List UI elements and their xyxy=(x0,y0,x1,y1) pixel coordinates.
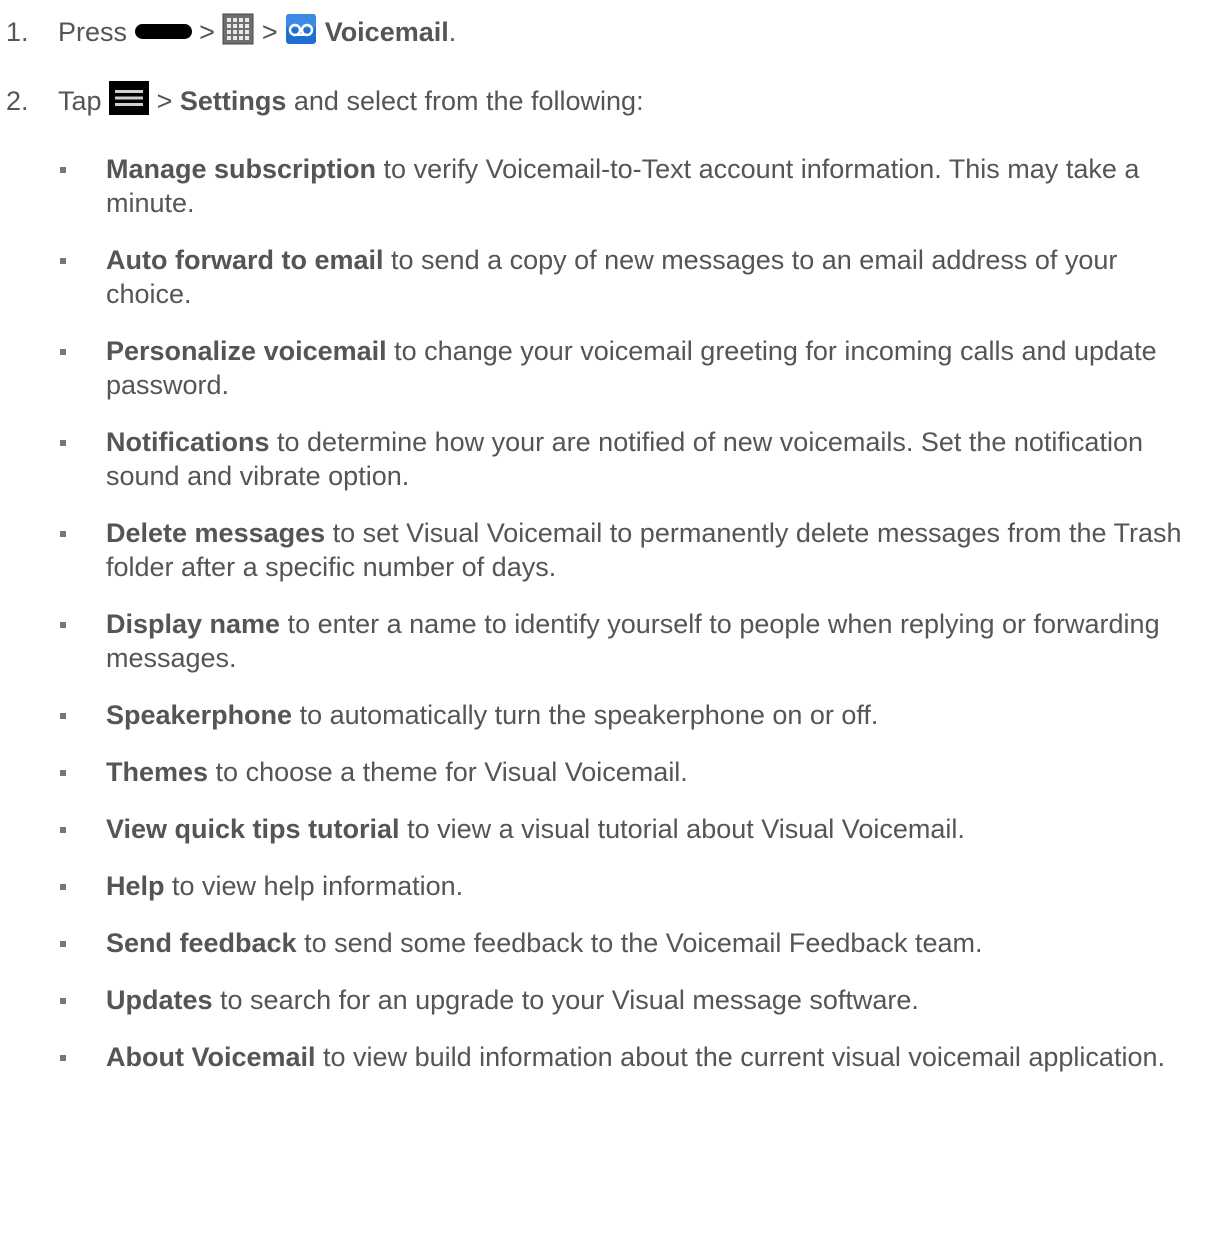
apps-grid-icon xyxy=(222,13,254,45)
setting-description: to view help information. xyxy=(164,871,464,901)
setting-term: Manage subscription xyxy=(106,154,377,184)
setting-term: Auto forward to email xyxy=(106,245,384,275)
step-1: 1. Press > > Voicemail. xyxy=(6,13,457,50)
home-key-icon xyxy=(134,24,192,40)
document-page: 1. Press > > Voicemail. 2. Tap > Setting… xyxy=(0,0,1220,1241)
step-separator: > xyxy=(156,86,173,116)
setting-term: About Voicemail xyxy=(106,1042,316,1072)
setting-description: to choose a theme for Visual Voicemail. xyxy=(208,757,688,787)
list-item: About Voicemail to view build informatio… xyxy=(60,1040,1210,1074)
menu-icon xyxy=(109,80,150,115)
settings-list: Manage subscription to verify Voicemail-… xyxy=(60,152,1210,1097)
step-target: Voicemail xyxy=(324,17,449,47)
step-prefix: Press xyxy=(58,17,128,47)
setting-term: Notifications xyxy=(106,427,270,457)
list-item: Notifications to determine how your are … xyxy=(60,425,1210,493)
step-number: 2. xyxy=(6,86,29,116)
setting-term: Updates xyxy=(106,985,213,1015)
setting-description: to search for an upgrade to your Visual … xyxy=(212,985,919,1015)
setting-description: to view a visual tutorial about Visual V… xyxy=(399,814,965,844)
list-item: View quick tips tutorial to view a visua… xyxy=(60,812,1210,846)
step-separator: > xyxy=(261,17,278,47)
setting-term: Display name xyxy=(106,609,281,639)
setting-term: Speakerphone xyxy=(106,700,293,730)
setting-term: Help xyxy=(106,871,165,901)
list-item: Updates to search for an upgrade to your… xyxy=(60,983,1210,1017)
list-item: Delete messages to set Visual Voicemail … xyxy=(60,516,1210,584)
list-item: Auto forward to email to send a copy of … xyxy=(60,243,1210,311)
step-separator: > xyxy=(199,17,215,47)
setting-term: View quick tips tutorial xyxy=(106,814,400,844)
list-item: Speakerphone to automatically turn the s… xyxy=(60,698,1210,732)
setting-description: to automatically turn the speakerphone o… xyxy=(292,700,879,730)
setting-term: Send feedback xyxy=(106,928,297,958)
step-prefix: Tap xyxy=(58,86,102,116)
list-item: Help to view help information. xyxy=(60,869,1210,903)
setting-description: to send some feedback to the Voicemail F… xyxy=(296,928,983,958)
list-item: Manage subscription to verify Voicemail-… xyxy=(60,152,1210,220)
setting-term: Themes xyxy=(106,757,209,787)
step-suffix: . xyxy=(448,17,457,47)
list-item: Personalize voicemail to change your voi… xyxy=(60,334,1210,402)
step-2: 2. Tap > Settings and select from the fol… xyxy=(6,80,644,120)
step-target: Settings xyxy=(179,86,287,116)
list-item: Display name to enter a name to identify… xyxy=(60,607,1210,675)
step-suffix: and select from the following: xyxy=(286,86,644,116)
setting-description: to view build information about the curr… xyxy=(315,1042,1165,1072)
setting-term: Delete messages xyxy=(106,518,326,548)
step-number: 1. xyxy=(6,17,29,47)
list-item: Send feedback to send some feedback to t… xyxy=(60,926,1210,960)
voicemail-icon xyxy=(286,13,317,44)
setting-term: Personalize voicemail xyxy=(106,336,387,366)
list-item: Themes to choose a theme for Visual Voic… xyxy=(60,755,1210,789)
